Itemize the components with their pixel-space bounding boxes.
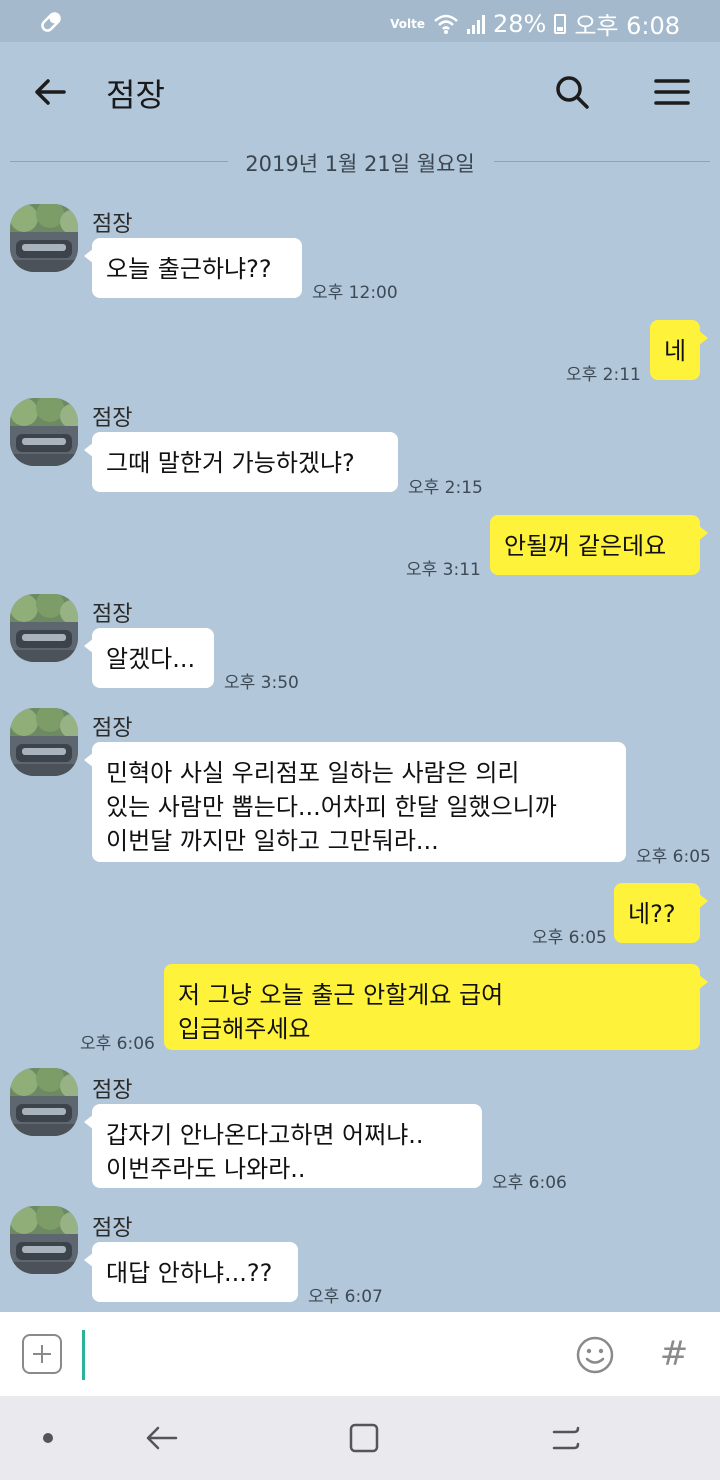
sender-name: 점장 <box>92 212 133 237</box>
nav-recent-button[interactable] <box>342 1418 386 1458</box>
message-bubble-incoming[interactable]: 대답 안하냐...?? <box>84 1242 298 1302</box>
back-button[interactable] <box>28 70 72 114</box>
pill-icon <box>38 9 64 39</box>
message-bubble-incoming[interactable]: 그때 말한거 가능하겠냐? <box>84 432 398 492</box>
nav-home-button[interactable] <box>544 1418 588 1458</box>
back-arrow-icon <box>35 79 66 105</box>
message-time: 오후 3:11 <box>406 560 481 580</box>
battery-percent: 28% <box>492 9 547 38</box>
sender-avatar[interactable] <box>10 708 78 776</box>
sender-avatar[interactable] <box>10 1206 78 1274</box>
message-time: 오후 3:50 <box>224 673 299 693</box>
wifi-icon <box>434 14 458 34</box>
message-bubble-incoming[interactable]: 알겠다... <box>84 628 214 688</box>
sender-avatar[interactable] <box>10 1068 78 1136</box>
message-bubble-outgoing[interactable]: 네?? <box>614 883 708 943</box>
message-time: 오후 2:15 <box>408 478 483 498</box>
message-bubble-incoming[interactable]: 오늘 출근하냐?? <box>84 238 302 298</box>
sender-avatar[interactable] <box>10 398 78 466</box>
nav-home-icon <box>552 1426 580 1450</box>
menu-button[interactable] <box>650 70 694 114</box>
message-input-bar: # <box>0 1312 720 1396</box>
nav-dot-icon <box>43 1433 53 1443</box>
date-divider: 2019년 1월 21일 월요일 <box>0 146 720 178</box>
sender-name: 점장 <box>92 1078 133 1103</box>
chat-header: 점장 <box>0 42 720 142</box>
nav-recent-icon <box>349 1423 379 1453</box>
search-icon <box>556 76 589 109</box>
emoji-icon <box>576 1336 614 1374</box>
sender-avatar[interactable] <box>10 594 78 662</box>
plus-icon[interactable] <box>22 1334 62 1374</box>
message-time: 오후 6:06 <box>492 1173 567 1193</box>
volte-label: Volte <box>390 16 425 31</box>
sender-name: 점장 <box>92 406 133 431</box>
emoji-button[interactable] <box>574 1334 616 1376</box>
message-time: 오후 6:05 <box>636 847 711 867</box>
sender-name: 점장 <box>92 1216 133 1241</box>
message-time: 오후 12:00 <box>312 283 398 303</box>
message-time: 오후 6:05 <box>532 928 607 948</box>
message-bubble-outgoing[interactable]: 저 그냥 오늘 출근 안할게요 급여 입금해주세요 <box>164 964 708 1050</box>
clock: 오후 6:08 <box>574 12 680 40</box>
signal-icon <box>466 14 485 34</box>
message-bubble-outgoing[interactable]: 네 <box>650 320 708 380</box>
chat-title: 점장 <box>106 76 165 114</box>
message-time: 오후 2:11 <box>566 365 641 385</box>
menu-icon <box>654 79 690 105</box>
message-input[interactable] <box>82 1330 552 1380</box>
nav-back-icon <box>146 1426 178 1450</box>
status-bar: Volte 28% 오후 6:08 <box>0 0 720 42</box>
system-nav-bar <box>0 1396 720 1480</box>
message-time: 오후 6:07 <box>308 1287 383 1307</box>
message-bubble-incoming[interactable]: 갑자기 안나온다고하면 어쩌냐.. 이번주라도 나와라.. <box>84 1104 482 1188</box>
sender-avatar[interactable] <box>10 204 78 272</box>
sender-name: 점장 <box>92 602 133 627</box>
search-button[interactable] <box>550 70 594 114</box>
battery-icon <box>554 13 567 34</box>
message-bubble-outgoing[interactable]: 안될꺼 같은데요 <box>490 515 708 575</box>
nav-back-button[interactable] <box>138 1418 182 1458</box>
message-bubble-incoming[interactable]: 민혁아 사실 우리점포 일하는 사람은 의리 있는 사람만 뽑는다...어차피 … <box>84 742 626 862</box>
message-time: 오후 6:06 <box>80 1034 155 1054</box>
date-text: 2019년 1월 21일 월요일 <box>245 152 475 176</box>
sender-name: 점장 <box>92 716 133 741</box>
hash-icon[interactable]: # <box>654 1330 694 1378</box>
